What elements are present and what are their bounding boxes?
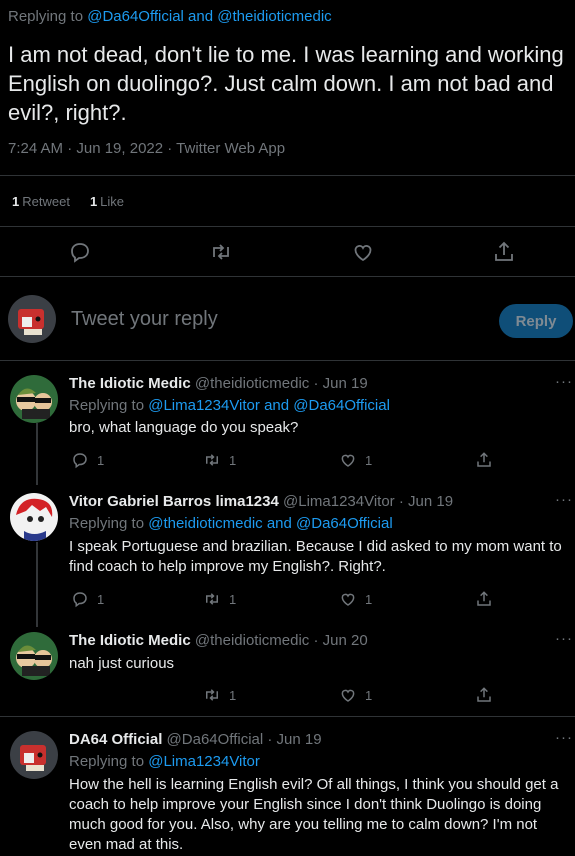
handle-date[interactable]: @Lima1234Vitor · Jun 19 [283,493,453,510]
share-action[interactable] [475,589,493,609]
tweet-actions: 1 1 [0,685,575,705]
handle-date[interactable]: @theidioticmedic · Jun 19 [195,375,368,392]
more-icon[interactable]: ··· [555,373,573,390]
more-icon[interactable]: ··· [555,729,573,746]
like-action[interactable]: 1 [339,589,372,609]
retweet-icon [206,593,218,605]
avatar[interactable] [10,375,58,423]
like-action[interactable]: 1 [339,450,372,470]
tweet-text: bro, what language do you speak? [69,419,299,436]
tweet-actions: 1 1 1 [0,589,575,609]
share-action[interactable] [475,450,493,470]
replying-handles-link[interactable]: @theidioticmedic and @Da64Official [148,515,392,532]
display-name[interactable]: Vitor Gabriel Barros lima1234 [69,493,279,510]
retweet-action[interactable]: 1 [203,685,236,705]
tweet-text: nah just curious [69,655,175,672]
reply-icon [73,592,87,608]
replying-to: Replying to @theidioticmedic and @Da64Of… [69,515,393,532]
avatar[interactable] [10,632,58,680]
display-name[interactable]: The Idiotic Medic [69,632,191,649]
like-icon [341,689,355,702]
retweet-icon[interactable] [209,240,233,264]
like-icon[interactable] [351,240,375,264]
share-icon[interactable] [492,240,516,264]
like-action[interactable]: 1 [339,685,372,705]
reply-icon [73,453,87,469]
display-name[interactable]: DA64 Official [69,731,162,748]
more-icon[interactable]: ··· [555,491,573,508]
retweet-action[interactable]: 1 [203,450,236,470]
tweet-actions [0,240,575,264]
divider [0,226,575,227]
tweet-stats: 1 Retweet 1 Like [12,194,124,209]
reply-icon[interactable] [68,240,92,264]
replying-to: Replying to @Lima1234Vitor [69,753,260,770]
retweet-icon [206,689,218,701]
tweet-meta[interactable]: 7:24 AM · Jun 19, 2022 · Twitter Web App [8,140,285,157]
reply-action[interactable]: 1 [71,450,104,470]
tweet-header: The Idiotic Medic @theidioticmedic · Jun… [69,375,368,392]
tweet-header: The Idiotic Medic @theidioticmedic · Jun… [69,632,368,649]
thread-line [36,542,38,627]
divider [0,360,575,361]
share-icon [477,687,491,702]
divider [0,175,575,176]
replying-handles-link[interactable]: @Lima1234Vitor [148,753,260,770]
tweet-actions: 1 1 1 [0,450,575,470]
more-icon[interactable]: ··· [555,630,573,647]
tweet-text: I am not dead, don't lie to me. I was le… [8,42,564,125]
reply-button[interactable]: Reply [499,304,573,338]
tweet-text: How the hell is learning English evil? O… [69,776,559,853]
retweet-icon [206,454,218,466]
retweet-stat[interactable]: 1 Retweet [12,194,70,209]
avatar[interactable] [8,295,56,343]
tweet-header: Vitor Gabriel Barros lima1234 @Lima1234V… [69,493,453,510]
replying-handles-link[interactable]: @Da64Official and @theidioticmedic [87,8,331,25]
share-icon [477,591,491,606]
retweet-action[interactable]: 1 [203,589,236,609]
tweet-text: I speak Portuguese and brazilian. Becaus… [69,538,562,575]
handle-date[interactable]: @theidioticmedic · Jun 20 [195,632,368,649]
like-icon [341,454,355,467]
display-name[interactable]: The Idiotic Medic [69,375,191,392]
reply-action[interactable]: 1 [71,589,104,609]
share-action[interactable] [475,685,493,705]
tweet-header: DA64 Official @Da64Official · Jun 19 [69,731,322,748]
avatar[interactable] [10,731,58,779]
replying-handles-link[interactable]: @Lima1234Vitor and @Da64Official [148,397,390,414]
replying-to: Replying to @Da64Official and @theidioti… [8,8,332,25]
share-icon [477,452,491,467]
divider [0,716,575,717]
replying-to: Replying to @Lima1234Vitor and @Da64Offi… [69,397,390,414]
like-icon [341,593,355,606]
reply-input[interactable]: Tweet your reply [71,308,218,331]
divider [0,276,575,277]
handle-date[interactable]: @Da64Official · Jun 19 [167,731,322,748]
avatar[interactable] [10,493,58,541]
like-stat[interactable]: 1 Like [90,194,124,209]
